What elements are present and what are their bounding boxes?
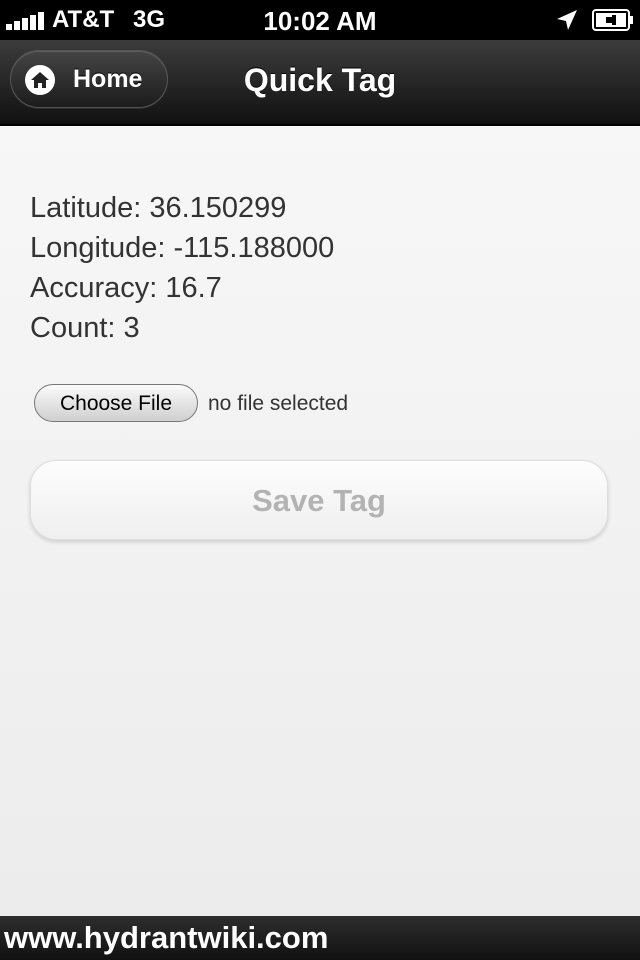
- navigation-header: Home Quick Tag: [0, 40, 640, 126]
- save-tag-button[interactable]: Save Tag: [30, 460, 608, 540]
- location-arrow-icon: [557, 10, 577, 30]
- count-text: Count: 3: [30, 312, 140, 344]
- battery-charging-icon: [592, 9, 633, 31]
- status-time: 10:02 AM: [263, 6, 377, 36]
- site-url: www.hydrantwiki.com: [4, 920, 329, 955]
- page-title: Quick Tag: [243, 62, 397, 98]
- longitude-text: Longitude: -115.188000: [30, 232, 335, 264]
- file-status-text: no file selected: [208, 392, 349, 415]
- footer-bar: www.hydrantwiki.com: [0, 916, 640, 960]
- content-area: Latitude: 36.150299 Longitude: -115.1880…: [0, 126, 640, 916]
- accuracy-text: Accuracy: 16.7: [30, 272, 222, 304]
- status-bar: AT&T 3G 10:02 AM: [0, 0, 640, 40]
- choose-file-button[interactable]: Choose File: [34, 384, 198, 422]
- latitude-text: Latitude: 36.150299: [30, 192, 287, 224]
